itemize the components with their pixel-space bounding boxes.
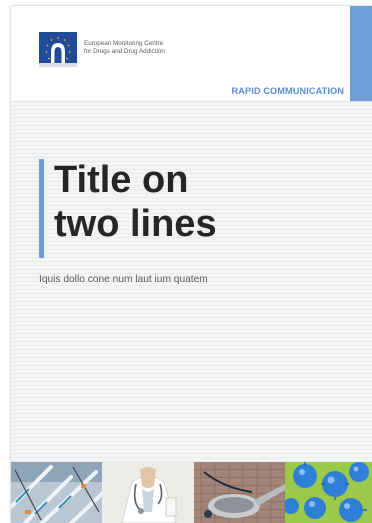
organization-name-line1: European Monitoring Centre [84, 40, 164, 47]
photo-strip [11, 462, 372, 523]
cover-header: European Monitoring Centre for Drugs and… [11, 6, 372, 101]
title-accent-bar [39, 159, 44, 258]
emcdda-logo-icon [39, 32, 77, 67]
spoon-drug-paraphernalia-photo-icon [194, 462, 285, 523]
cover-title-line1: Title on [54, 159, 189, 201]
cover-title-line2: two lines [54, 203, 217, 245]
organization-name-line2: for Drugs and Drug Addiction [84, 48, 165, 55]
syringes-photo-icon [11, 462, 102, 523]
cover-title: Title on two lines [54, 158, 314, 246]
cover-body: Title on two lines Iquis dollo cone num … [11, 101, 372, 463]
organization-name: European Monitoring Centre for Drugs and… [84, 40, 224, 56]
series-label: RAPID COMMUNICATION [231, 86, 344, 96]
report-cover: European Monitoring Centre for Drugs and… [11, 6, 372, 523]
accent-strip [350, 6, 372, 101]
cover-subtitle: Iquis dollo cone num laut ium quatem [39, 274, 208, 285]
doctor-stethoscope-photo-icon [102, 462, 194, 523]
virus-microscopy-photo-icon [285, 462, 372, 523]
